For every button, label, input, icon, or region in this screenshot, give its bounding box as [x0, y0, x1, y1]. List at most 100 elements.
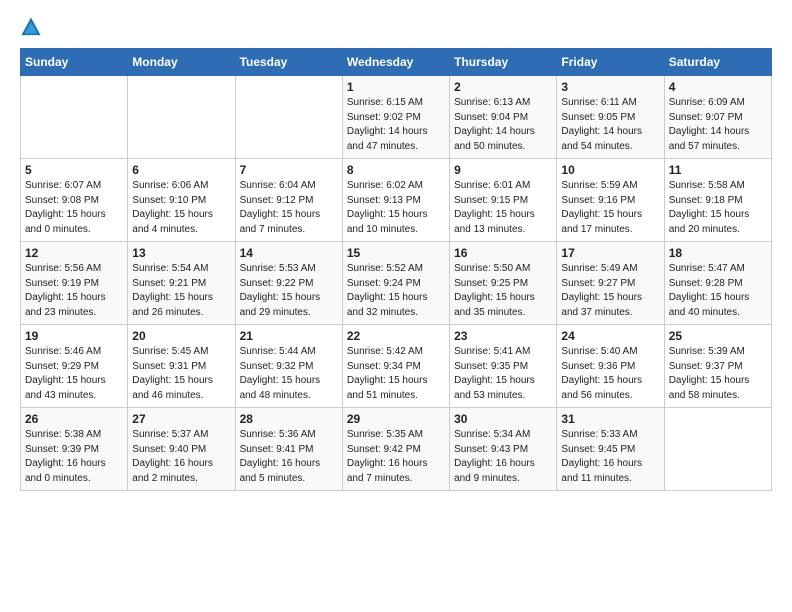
day-number: 20 — [132, 329, 230, 343]
day-info: Sunrise: 5:38 AMSunset: 9:39 PMDaylight:… — [25, 428, 123, 486]
day-number: 27 — [132, 412, 230, 426]
day-number: 22 — [347, 329, 445, 343]
column-header-wednesday: Wednesday — [342, 49, 449, 76]
day-number: 5 — [25, 163, 123, 177]
calendar-cell — [21, 76, 128, 159]
day-number: 10 — [561, 163, 659, 177]
calendar-cell — [235, 76, 342, 159]
day-number: 11 — [669, 163, 767, 177]
logo — [20, 16, 46, 38]
day-info: Sunrise: 6:07 AMSunset: 9:08 PMDaylight:… — [25, 179, 123, 237]
calendar-cell: 29Sunrise: 5:35 AMSunset: 9:42 PMDayligh… — [342, 408, 449, 491]
day-number: 26 — [25, 412, 123, 426]
day-info: Sunrise: 5:33 AMSunset: 9:45 PMDaylight:… — [561, 428, 659, 486]
column-header-thursday: Thursday — [450, 49, 557, 76]
day-info: Sunrise: 6:01 AMSunset: 9:15 PMDaylight:… — [454, 179, 552, 237]
calendar-cell: 14Sunrise: 5:53 AMSunset: 9:22 PMDayligh… — [235, 242, 342, 325]
column-header-saturday: Saturday — [664, 49, 771, 76]
calendar-cell: 9 Sunrise: 6:01 AMSunset: 9:15 PMDaylight… — [450, 159, 557, 242]
day-info: Sunrise: 5:44 AMSunset: 9:32 PMDaylight:… — [240, 345, 338, 403]
day-info: Sunrise: 5:40 AMSunset: 9:36 PMDaylight:… — [561, 345, 659, 403]
calendar-cell: 27Sunrise: 5:37 AMSunset: 9:40 PMDayligh… — [128, 408, 235, 491]
calendar-cell: 13 Sunrise: 5:54 AMSunset: 9:21 PMDayligh… — [128, 242, 235, 325]
calendar-cell: 12 Sunrise: 5:56 AMSunset: 9:19 PMDayligh… — [21, 242, 128, 325]
calendar-week-row: 1Sunrise: 6:15 AMSunset: 9:02 PMDaylight… — [21, 76, 772, 159]
calendar-cell: 31 Sunrise: 5:33 AMSunset: 9:45 PMDayligh… — [557, 408, 664, 491]
day-info: Sunrise: 5:45 AMSunset: 9:31 PMDaylight:… — [132, 345, 230, 403]
day-number: 19 — [25, 329, 123, 343]
day-number: 15 — [347, 246, 445, 260]
column-header-tuesday: Tuesday — [235, 49, 342, 76]
day-info: Sunrise: 5:58 AMSunset: 9:18 PMDaylight:… — [669, 179, 767, 237]
day-number: 16 — [454, 246, 552, 260]
day-info: Sunrise: 5:36 AMSunset: 9:41 PMDaylight:… — [240, 428, 338, 486]
day-number: 25 — [669, 329, 767, 343]
day-info: Sunrise: 6:02 AMSunset: 9:13 PMDaylight:… — [347, 179, 445, 237]
day-info: Sunrise: 6:13 AMSunset: 9:04 PMDaylight:… — [454, 96, 552, 154]
day-number: 8 — [347, 163, 445, 177]
calendar-cell: 24 Sunrise: 5:40 AMSunset: 9:36 PMDayligh… — [557, 325, 664, 408]
day-number: 3 — [561, 80, 659, 94]
calendar-cell: 22 Sunrise: 5:42 AMSunset: 9:34 PMDayligh… — [342, 325, 449, 408]
calendar-cell: 23 Sunrise: 5:41 AMSunset: 9:35 PMDayligh… — [450, 325, 557, 408]
calendar-cell: 18 Sunrise: 5:47 AMSunset: 9:28 PMDayligh… — [664, 242, 771, 325]
day-info: Sunrise: 6:06 AMSunset: 9:10 PMDaylight:… — [132, 179, 230, 237]
day-info: Sunrise: 5:50 AMSunset: 9:25 PMDaylight:… — [454, 262, 552, 320]
day-number: 6 — [132, 163, 230, 177]
calendar-week-row: 19 Sunrise: 5:46 AMSunset: 9:29 PMDayligh… — [21, 325, 772, 408]
day-number: 30 — [454, 412, 552, 426]
calendar-cell: 25 Sunrise: 5:39 AMSunset: 9:37 PMDayligh… — [664, 325, 771, 408]
day-number: 23 — [454, 329, 552, 343]
calendar-cell: 7 Sunrise: 6:04 AMSunset: 9:12 PMDaylight… — [235, 159, 342, 242]
day-info: Sunrise: 5:41 AMSunset: 9:35 PMDaylight:… — [454, 345, 552, 403]
day-number: 14 — [240, 246, 338, 260]
calendar-cell: 26 Sunrise: 5:38 AMSunset: 9:39 PMDayligh… — [21, 408, 128, 491]
day-info: Sunrise: 5:59 AMSunset: 9:16 PMDaylight:… — [561, 179, 659, 237]
day-info: Sunrise: 5:54 AMSunset: 9:21 PMDaylight:… — [132, 262, 230, 320]
calendar-cell — [664, 408, 771, 491]
calendar-header-row: SundayMondayTuesdayWednesdayThursdayFrid… — [21, 49, 772, 76]
calendar-cell: 8 Sunrise: 6:02 AMSunset: 9:13 PMDaylight… — [342, 159, 449, 242]
day-number: 31 — [561, 412, 659, 426]
calendar-cell: 6 Sunrise: 6:06 AMSunset: 9:10 PMDaylight… — [128, 159, 235, 242]
day-info: Sunrise: 5:56 AMSunset: 9:19 PMDaylight:… — [25, 262, 123, 320]
day-info: Sunrise: 5:46 AMSunset: 9:29 PMDaylight:… — [25, 345, 123, 403]
day-info: Sunrise: 5:47 AMSunset: 9:28 PMDaylight:… — [669, 262, 767, 320]
column-header-monday: Monday — [128, 49, 235, 76]
page-header — [20, 16, 772, 38]
day-info: Sunrise: 5:42 AMSunset: 9:34 PMDaylight:… — [347, 345, 445, 403]
day-info: Sunrise: 6:09 AMSunset: 9:07 PMDaylight:… — [669, 96, 767, 154]
day-number: 12 — [25, 246, 123, 260]
column-header-sunday: Sunday — [21, 49, 128, 76]
calendar-week-row: 12 Sunrise: 5:56 AMSunset: 9:19 PMDayligh… — [21, 242, 772, 325]
day-info: Sunrise: 6:11 AMSunset: 9:05 PMDaylight:… — [561, 96, 659, 154]
day-number: 9 — [454, 163, 552, 177]
calendar-cell: 16 Sunrise: 5:50 AMSunset: 9:25 PMDayligh… — [450, 242, 557, 325]
calendar-cell: 20 Sunrise: 5:45 AMSunset: 9:31 PMDayligh… — [128, 325, 235, 408]
day-number: 4 — [669, 80, 767, 94]
calendar-cell: 17 Sunrise: 5:49 AMSunset: 9:27 PMDayligh… — [557, 242, 664, 325]
day-info: Sunrise: 6:04 AMSunset: 9:12 PMDaylight:… — [240, 179, 338, 237]
day-info: Sunrise: 5:35 AMSunset: 9:42 PMDaylight:… — [347, 428, 445, 486]
day-number: 7 — [240, 163, 338, 177]
calendar-cell: 15Sunrise: 5:52 AMSunset: 9:24 PMDayligh… — [342, 242, 449, 325]
calendar-cell: 28 Sunrise: 5:36 AMSunset: 9:41 PMDayligh… — [235, 408, 342, 491]
calendar-cell: 3 Sunrise: 6:11 AMSunset: 9:05 PMDaylight… — [557, 76, 664, 159]
calendar-cell: 1Sunrise: 6:15 AMSunset: 9:02 PMDaylight… — [342, 76, 449, 159]
calendar-cell: 30 Sunrise: 5:34 AMSunset: 9:43 PMDayligh… — [450, 408, 557, 491]
day-info: Sunrise: 5:49 AMSunset: 9:27 PMDaylight:… — [561, 262, 659, 320]
calendar-week-row: 26 Sunrise: 5:38 AMSunset: 9:39 PMDayligh… — [21, 408, 772, 491]
day-info: Sunrise: 5:34 AMSunset: 9:43 PMDaylight:… — [454, 428, 552, 486]
logo-icon — [20, 16, 42, 38]
calendar-cell: 19 Sunrise: 5:46 AMSunset: 9:29 PMDayligh… — [21, 325, 128, 408]
day-number: 18 — [669, 246, 767, 260]
day-number: 24 — [561, 329, 659, 343]
calendar-cell: 21Sunrise: 5:44 AMSunset: 9:32 PMDayligh… — [235, 325, 342, 408]
day-number: 13 — [132, 246, 230, 260]
day-number: 28 — [240, 412, 338, 426]
calendar-cell: 11 Sunrise: 5:58 AMSunset: 9:18 PMDayligh… — [664, 159, 771, 242]
day-number: 17 — [561, 246, 659, 260]
day-info: Sunrise: 6:15 AMSunset: 9:02 PMDaylight:… — [347, 96, 445, 154]
day-info: Sunrise: 5:39 AMSunset: 9:37 PMDaylight:… — [669, 345, 767, 403]
calendar-cell — [128, 76, 235, 159]
